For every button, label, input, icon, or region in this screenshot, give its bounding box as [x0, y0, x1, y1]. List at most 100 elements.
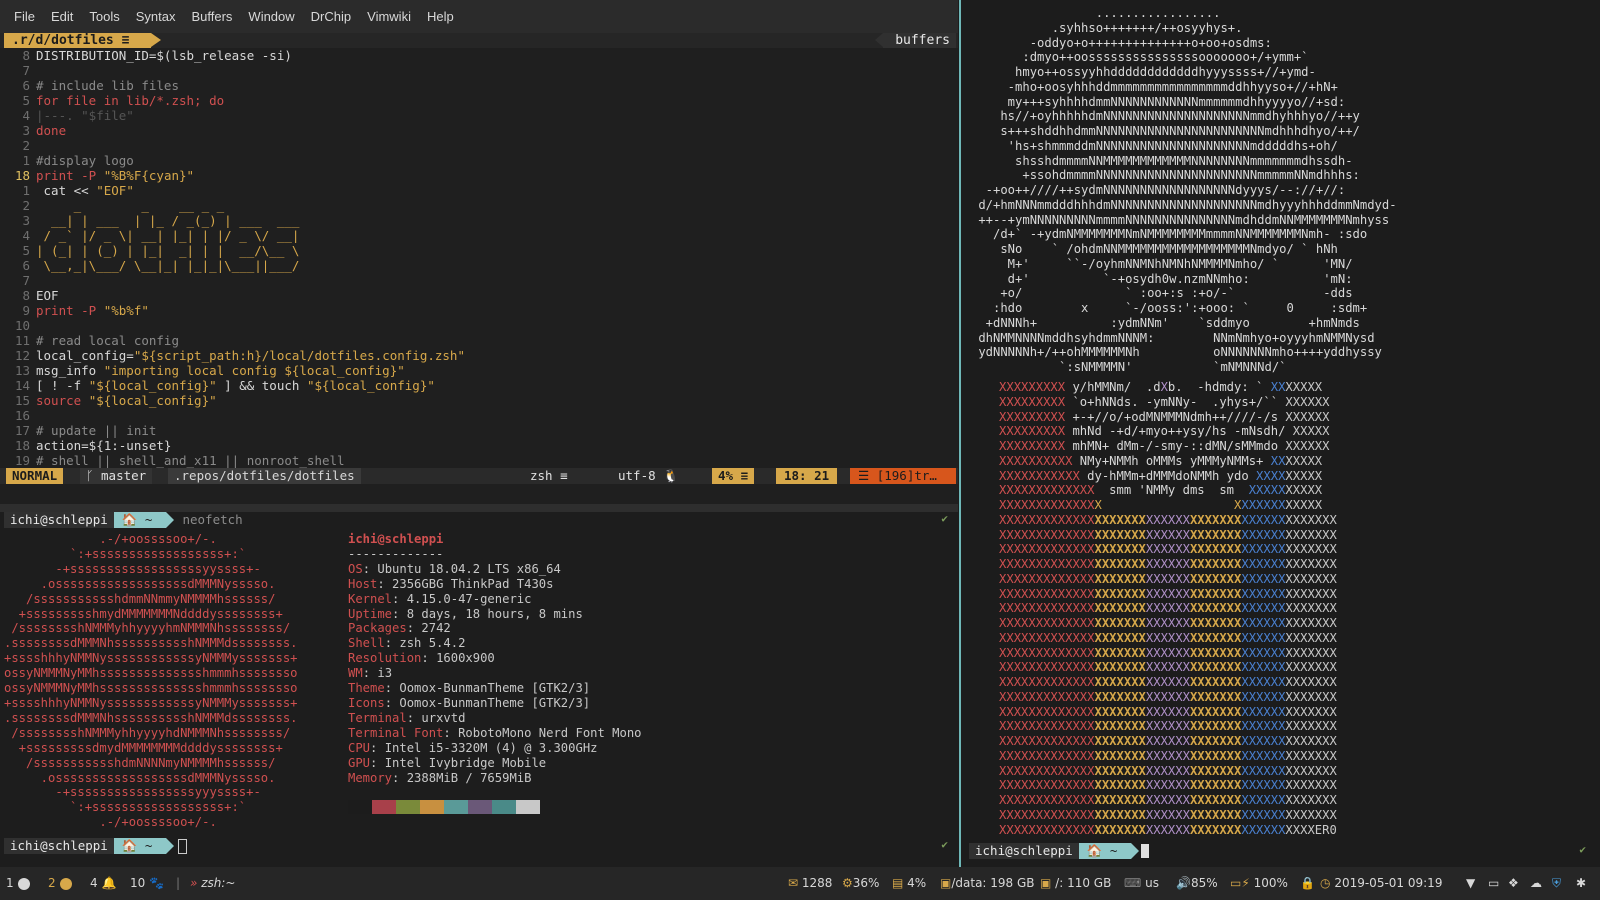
color-grid-row: XXXXXXXXXXXXXXXXXXXXXXXXXXXXXXXXXXXXXXXX… — [999, 748, 1337, 763]
color-grid-row: XXXXXXXXX `o+hNNds. -ymNNy- .yhys+/`` XX… — [999, 394, 1330, 409]
bell-icon: 🔔 — [101, 876, 117, 890]
menu-file[interactable]: File — [6, 9, 43, 24]
shield-icon[interactable]: ⛨ — [1552, 867, 1561, 900]
scroll-percent: 4% ≡ — [712, 468, 755, 484]
color-grid-row: XXXXXXXXX mhNd -+d/+myo++ysy/hs -mNsdh/ … — [999, 424, 1330, 439]
color-grid-row: XXXXXXXXXXXXXXXXXXXXXXXXXXXXXXXXXXXXXXXX… — [999, 778, 1337, 793]
dropbox-icon[interactable]: ❖ — [1508, 867, 1519, 900]
workspace-10[interactable]: 10 🐾 — [130, 867, 164, 900]
workspace-1[interactable]: 1 — [6, 867, 30, 900]
code-line: 7 — [0, 273, 958, 288]
line-text: #display logo — [36, 153, 134, 168]
menu-vimwiki[interactable]: Vimwiki — [359, 9, 419, 24]
line-number: 10 — [14, 318, 30, 333]
tab-active[interactable]: .r/d/dotfiles ≡ — [4, 33, 162, 48]
tab-buffers[interactable]: buffers — [875, 33, 956, 48]
line-number: 6 — [22, 258, 30, 273]
line-number: 4 — [22, 108, 30, 123]
menu-buffers[interactable]: Buffers — [183, 9, 240, 24]
color-palette — [348, 800, 540, 814]
color-grid-row: XXXXXXXXXXXXXXXXXXXXXXXXXXXXXXXXXXXXXXXX… — [999, 512, 1337, 527]
code-editor[interactable]: 8 DISTRIBUTION_ID=$(lsb_release -si) 7 6 # i… — [0, 48, 958, 468]
line-text: source "${local_config}" — [36, 393, 217, 408]
line-number: 17 — [14, 423, 30, 438]
code-line: 16 — [0, 408, 958, 423]
menu-edit[interactable]: Edit — [43, 9, 81, 24]
prompt-dir: 🏠 ~ — [1078, 843, 1140, 859]
battery-status: ▭⚡ 100% — [1230, 876, 1288, 890]
code-line: 11 # read local config — [0, 333, 958, 348]
ascii-art-face: ................. .syhhso+++++++/++osyyh… — [978, 6, 1397, 374]
code-line: 7 — [0, 63, 958, 78]
workspace-2[interactable]: 2 — [48, 867, 72, 900]
tabline: .r/d/dotfiles ≡ buffers — [0, 33, 958, 48]
info-row: Uptime: 8 days, 18 hours, 8 mins — [348, 606, 583, 621]
cloud-icon[interactable]: ☁ — [1530, 867, 1542, 900]
line-number: 16 — [14, 408, 30, 423]
line-number: 19 — [14, 453, 30, 468]
line-number: 1 — [22, 153, 30, 168]
menu-window[interactable]: Window — [240, 9, 302, 24]
git-branch: ᚴ master — [80, 468, 153, 484]
split-divider[interactable] — [0, 504, 958, 512]
line-text: # update || init — [36, 423, 157, 438]
info-row: WM: i3 — [348, 666, 393, 681]
disk-icon: ▣ — [1040, 876, 1052, 890]
network-icon[interactable]: ▭ — [1488, 867, 1499, 900]
check-icon: ✔ — [1579, 843, 1586, 856]
terminal-cursor — [178, 839, 188, 854]
color-grid-row: XXXXXXXXXXXXXXXXXXXXXXXXXXXXXXXXXXXXXXXX… — [999, 527, 1337, 542]
color-swatch — [372, 800, 396, 814]
line-text: action=${1:-unset} — [36, 438, 172, 453]
battery-icon: ▭⚡ — [1230, 876, 1250, 890]
menu-drchip[interactable]: DrChip — [303, 9, 359, 24]
code-line: 8 DISTRIBUTION_ID=$(lsb_release -si) — [0, 48, 958, 63]
line-text: | (_| | (_) | |_| _| | | __/\__ \ — [36, 243, 300, 258]
code-line: 2 — [0, 138, 958, 153]
menu-help[interactable]: Help — [419, 9, 462, 24]
workspace-4[interactable]: 4 🔔 — [90, 867, 116, 900]
line-text: done — [36, 123, 67, 138]
code-line: 3 done — [0, 123, 958, 138]
code-line: 10 — [0, 318, 958, 333]
terminal-cursor — [1141, 844, 1150, 858]
disk-icon: ▣ — [940, 876, 952, 890]
color-grid-row: XXXXXXXXXXXXXXXXXXXXXXXXXXXXXXXXXXXXXXXX… — [999, 557, 1337, 571]
menu-syntax[interactable]: Syntax — [128, 9, 184, 24]
line-number: 9 — [22, 303, 30, 318]
line-text: # shell || shell_and_x11 || nonroot_shel… — [36, 453, 345, 468]
line-number: 6 — [22, 78, 30, 93]
code-line: 18 print -P "%B%F{cyan}" — [0, 168, 958, 183]
line-text: local_config="${script_path:h}/local/dot… — [36, 348, 465, 363]
line-number: 18 — [14, 168, 30, 183]
color-grid-row: XXXXXXXXXXXXXXXXXXXXXXXXXXXXXXXXXXXXXXXX… — [999, 719, 1337, 734]
line-text: # include lib files — [36, 78, 179, 93]
info-row: Kernel: 4.15.0-47-generic — [348, 591, 532, 606]
line-number: 3 — [22, 123, 30, 138]
prompt-command: neofetch — [182, 512, 243, 527]
bluetooth-icon[interactable]: ✱ — [1576, 867, 1586, 900]
info-row: OS: Ubuntu 18.04.2 LTS x86_64 — [348, 561, 561, 576]
color-swatch — [420, 800, 444, 814]
info-separator: ------------- — [348, 546, 444, 561]
check-icon: ✔ — [941, 512, 948, 525]
wifi-icon[interactable]: ▼ — [1466, 867, 1475, 900]
code-line: 4 / _` |/ _ \| __| |_| | |/ _ \/ __| — [0, 228, 958, 243]
terminal-ascii-art[interactable]: ................. .syhhso+++++++/++osyyh… — [959, 0, 1600, 867]
line-number: 18 — [14, 438, 30, 453]
info-row: Terminal: urxvtd — [348, 710, 466, 725]
command-line[interactable] — [0, 484, 958, 504]
line-text: # read local config — [36, 333, 179, 348]
color-grid-row: XXXXXXXXXXXXXXXXXXXXXXXXXXXXXXXXXXXXXXXX… — [999, 793, 1337, 807]
mail-icon: ✉ — [788, 876, 799, 890]
terminal-neofetch[interactable]: ichi@schleppi 🏠 ~ neofetch ✔ .-/+oosssso… — [0, 512, 958, 867]
info-title: ichi@schleppi — [348, 532, 444, 546]
line-text: print -P "%B%F{cyan}" — [36, 168, 195, 183]
code-line: 4 |---. "$file" — [0, 108, 958, 123]
keyboard-status: ⌨ us — [1124, 876, 1160, 890]
code-line: 18 action=${1:-unset} — [0, 438, 958, 453]
disk-data-status: ▣/data: 198 GB — [940, 876, 1035, 890]
menu-tools[interactable]: Tools — [81, 9, 127, 24]
code-line: 3 __| | ___ | |_ / _(_) | ___ ___ — [0, 213, 958, 228]
datetime: ◷ 2019-05-01 09:19 — [1320, 876, 1443, 890]
